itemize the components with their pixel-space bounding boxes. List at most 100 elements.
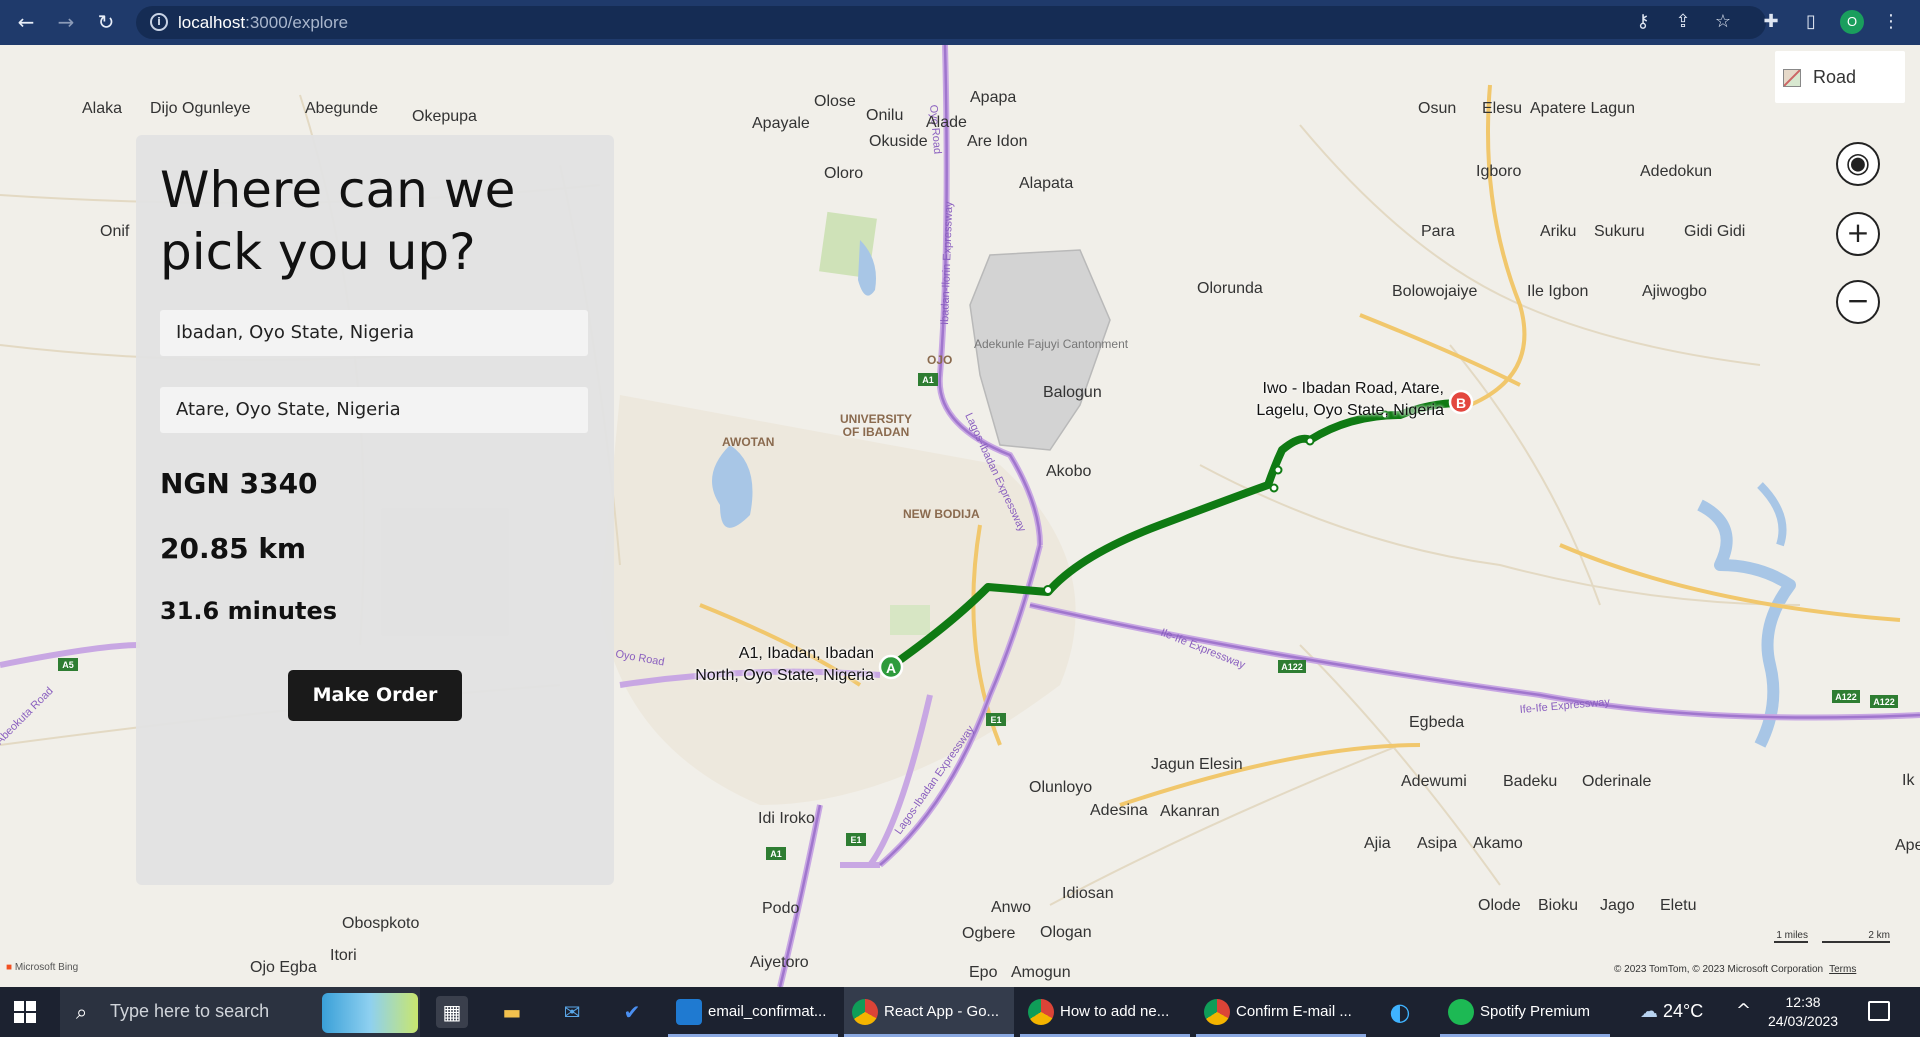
place-label: Ajia — [1364, 835, 1391, 852]
map-type-label: Road — [1813, 67, 1857, 87]
river — [1757, 482, 1787, 547]
taskbar-app-label: React App - Go... — [884, 1003, 1000, 1020]
place-label: Bolowojaiye — [1392, 283, 1478, 300]
locate-me-button[interactable]: ◉ — [1836, 142, 1880, 186]
search-highlight-image — [322, 993, 418, 1033]
place-label: Adedokun — [1640, 163, 1713, 180]
extensions-puzzle-icon[interactable]: ✚ — [1760, 11, 1782, 33]
file-explorer-icon[interactable]: ▬ — [496, 996, 528, 1028]
place-label: Egbeda — [1409, 714, 1465, 731]
place-label: Apatere Lagun — [1530, 100, 1635, 117]
place-label: Olorunda — [1197, 280, 1263, 297]
place-label: Bioku — [1538, 897, 1579, 914]
zoom-out-button[interactable]: − — [1836, 280, 1880, 324]
svg-text:Ibadan-Ilorin Expressway: Ibadan-Ilorin Expressway — [939, 201, 955, 325]
windows-taskbar: ⌕ Type here to search ▦ ▬ ✉ ✔ email_conf… — [0, 987, 1920, 1037]
weather-widget[interactable]: ☁ 24°C — [1640, 1001, 1703, 1022]
place-label: Akanran — [1160, 803, 1220, 820]
place-label: Idi Iroko — [758, 810, 815, 827]
start-address-label: A1, Ibadan, Ibadan North, Oyo State, Nig… — [620, 643, 874, 687]
microsoft-store-icon[interactable]: ▦ — [436, 996, 468, 1028]
url-text[interactable]: localhost:3000/explore — [178, 13, 348, 33]
end-marker[interactable]: B — [1448, 389, 1474, 415]
clock[interactable]: 12:38 24/03/2023 — [1768, 993, 1838, 1031]
profile-avatar[interactable]: O — [1840, 10, 1864, 34]
menu-kebab-icon[interactable]: ⋮ — [1880, 11, 1902, 33]
search-icon: ⌕ — [76, 1000, 88, 1024]
svg-text:A122: A122 — [1835, 692, 1857, 702]
place-label: Dijo Ogunleye — [150, 100, 251, 117]
svg-text:A122: A122 — [1873, 697, 1895, 707]
place-label: Olode — [1478, 897, 1521, 914]
place-label: Idiosan — [1062, 885, 1114, 902]
terms-link[interactable]: Terms — [1829, 964, 1856, 975]
svg-text:A1: A1 — [770, 849, 782, 859]
edge-icon[interactable]: ◐ — [1384, 996, 1416, 1028]
taskbar-app-label: Confirm E-mail ... — [1236, 1003, 1352, 1020]
share-icon[interactable]: ⇪ — [1672, 11, 1694, 33]
place-label: Okuside — [869, 133, 928, 150]
place-label: Anwo — [991, 899, 1032, 916]
chevron-up-icon[interactable]: ^ — [1736, 1000, 1751, 1021]
place-label: Ajiwogbo — [1642, 283, 1707, 300]
chrome-icon — [852, 999, 878, 1025]
key-icon[interactable]: ⚷ — [1632, 11, 1654, 33]
place-label: Akamo — [1473, 835, 1523, 852]
svg-text:A: A — [886, 660, 896, 676]
place-label: Okepupa — [412, 108, 477, 125]
place-label: Jago — [1600, 897, 1635, 914]
copyright-text: © 2023 TomTom, © 2023 Microsoft Corporat… — [1614, 964, 1824, 975]
forward-arrow-icon[interactable]: → — [54, 10, 78, 34]
clock-time: 12:38 — [1785, 994, 1821, 1010]
map-canvas[interactable]: A B A1 A1 E1 E1 A122 A122 A122 A5 Oyo Ro… — [0, 45, 1920, 987]
bookmark-star-icon[interactable]: ☆ — [1712, 11, 1734, 33]
destination-input[interactable]: Atare, Oyo State, Nigeria — [160, 387, 588, 433]
svg-text:A5: A5 — [62, 660, 74, 670]
svg-text:A1: A1 — [922, 375, 934, 385]
place-label: Epo — [969, 964, 998, 981]
svg-text:B: B — [1456, 395, 1466, 411]
place-label: Aiyetoro — [750, 954, 809, 971]
bing-logo: ■ Microsoft Bing — [6, 962, 79, 973]
todo-icon[interactable]: ✔ — [616, 996, 648, 1028]
start-marker[interactable]: A — [878, 654, 904, 680]
mail-icon[interactable]: ✉ — [556, 996, 588, 1028]
place-label: Are Idon — [967, 133, 1028, 150]
site-info-icon[interactable]: i — [150, 13, 168, 31]
address-bar[interactable]: i localhost:3000/explore — [136, 6, 1766, 39]
taskbar-app-chrome-confirm[interactable]: Confirm E-mail ... — [1196, 987, 1366, 1037]
taskbar-app-chrome-react[interactable]: React App - Go... — [844, 987, 1014, 1037]
zoom-in-button[interactable]: + — [1836, 212, 1880, 256]
map-type-selector[interactable]: Road — [1775, 51, 1905, 103]
district-label: NEW BODIJA — [903, 507, 980, 521]
urban-area — [600, 395, 1076, 805]
back-arrow-icon[interactable]: ← — [14, 10, 38, 34]
taskbar-app-chrome-howto[interactable]: How to add ne... — [1020, 987, 1190, 1037]
place-label: Sukuru — [1594, 223, 1645, 240]
svg-text:E1: E1 — [990, 715, 1001, 725]
taskbar-search[interactable]: ⌕ Type here to search — [60, 987, 420, 1037]
place-label: Ile Igbon — [1527, 283, 1589, 300]
reload-icon[interactable]: ↻ — [94, 10, 118, 34]
temperature: 24°C — [1663, 1001, 1704, 1021]
place-label: Ik — [1902, 772, 1915, 789]
page-title: Where can we pick you up? — [160, 161, 516, 281]
windows-start-icon[interactable] — [14, 1001, 36, 1023]
search-placeholder: Type here to search — [110, 1001, 270, 1021]
taskbar-app-spotify[interactable]: Spotify Premium — [1440, 987, 1610, 1037]
place-label: Ogbere — [962, 925, 1016, 942]
taskbar-app-vscode[interactable]: email_confirmat... — [668, 987, 838, 1037]
park-area — [890, 605, 930, 635]
place-label: Para — [1421, 223, 1455, 240]
road-map-icon — [1783, 69, 1801, 87]
cloud-rain-icon: ☁ — [1640, 1001, 1658, 1021]
place-label: Apayale — [752, 115, 810, 132]
pickup-input[interactable]: Ibadan, Oyo State, Nigeria — [160, 310, 588, 356]
notification-icon[interactable] — [1868, 1001, 1890, 1021]
bing-logo-text: Microsoft Bing — [14, 962, 79, 973]
side-panel-icon[interactable]: ▯ — [1800, 11, 1822, 33]
make-order-button[interactable]: Make Order — [288, 670, 462, 721]
end-address-line2: Lagelu, Oyo State, Nigeria — [1256, 402, 1444, 419]
place-label: Osun — [1418, 100, 1457, 117]
url-host: localhost — [178, 13, 246, 32]
